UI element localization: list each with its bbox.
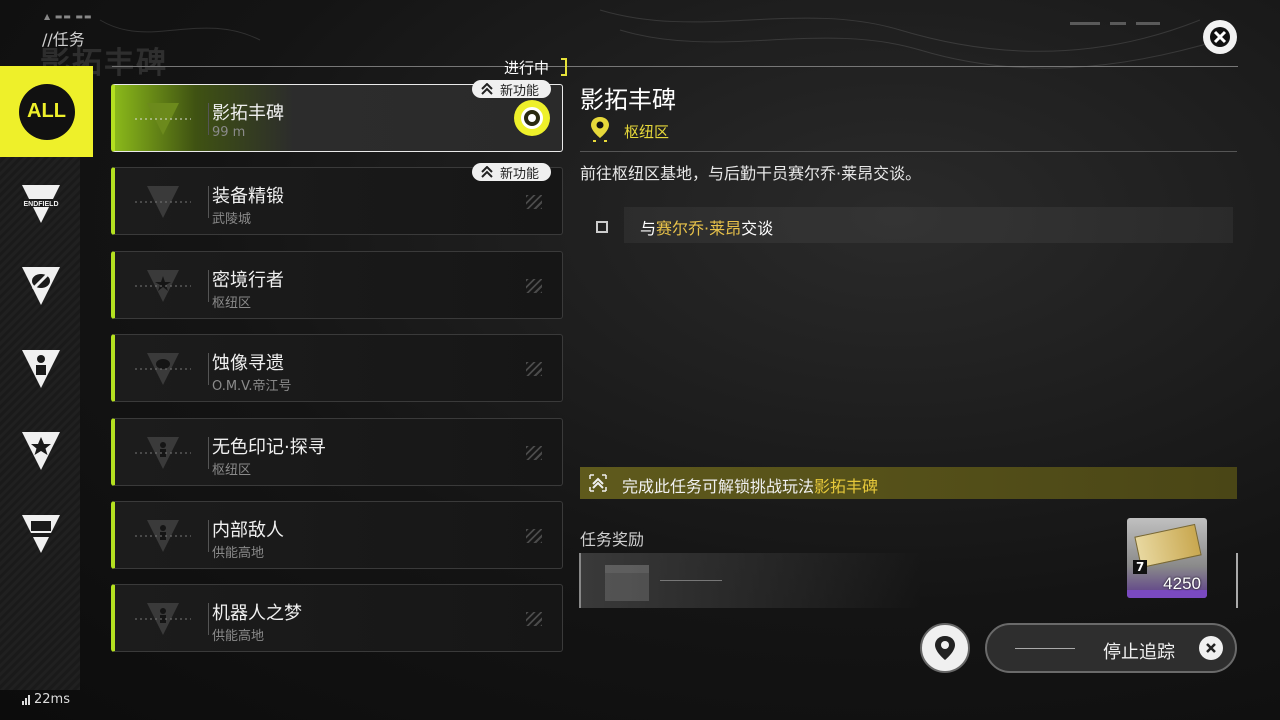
hatch-decoration bbox=[526, 612, 542, 626]
hatch-decoration bbox=[526, 195, 542, 209]
chevron-up-icon bbox=[481, 83, 493, 95]
quest-name: 内部敌人 bbox=[212, 520, 284, 541]
status-bracket bbox=[561, 58, 567, 76]
quest-divider bbox=[208, 270, 209, 302]
stop-tracking-button[interactable]: 停止追踪 bbox=[985, 623, 1237, 673]
quest-item-5[interactable]: 无色印记·探寻 枢纽区 bbox=[111, 418, 563, 486]
quest-item-3[interactable]: 密境行者 枢纽区 bbox=[111, 251, 563, 319]
close-button[interactable] bbox=[1203, 20, 1237, 54]
endfield-icon: ENDFIELD bbox=[22, 185, 60, 223]
hatch-decoration bbox=[526, 529, 542, 543]
quest-name: 无色印记·探寻 bbox=[212, 437, 326, 458]
quest-type-icon bbox=[135, 520, 191, 552]
quest-name: 影拓丰碑 bbox=[212, 103, 284, 124]
detail-divider bbox=[580, 151, 1237, 152]
gate-icon bbox=[22, 515, 60, 553]
crate-icon bbox=[605, 565, 649, 601]
quest-divider bbox=[208, 603, 209, 635]
quest-divider bbox=[208, 520, 209, 552]
quest-location: 供能高地 bbox=[212, 546, 265, 561]
reward-amount: 4250 bbox=[1163, 574, 1201, 593]
eye-icon bbox=[22, 267, 60, 305]
ping-value: 22ms bbox=[34, 692, 70, 707]
quest-divider bbox=[208, 353, 209, 385]
new-feature-badge: 新功能 bbox=[472, 163, 552, 182]
new-feature-label: 新功能 bbox=[500, 166, 540, 182]
quest-divider bbox=[208, 103, 209, 135]
scroll-indicator bbox=[1236, 553, 1238, 608]
quest-type-icon bbox=[135, 353, 191, 385]
reward-arrow bbox=[660, 580, 722, 581]
button-line-decoration bbox=[1015, 648, 1075, 649]
unlock-text: 完成此任务可解锁挑战玩法影拓丰碑 bbox=[622, 477, 879, 496]
quest-name: 蚀像寻遗 bbox=[212, 353, 284, 374]
quest-type-icon bbox=[135, 270, 191, 302]
quest-divider bbox=[208, 437, 209, 469]
sidebar-item-eye[interactable] bbox=[18, 265, 64, 309]
reward-track bbox=[579, 553, 921, 608]
star-icon bbox=[22, 432, 60, 470]
sidebar-item-all[interactable]: ALL bbox=[0, 66, 93, 157]
unlock-challenge-icon bbox=[589, 474, 607, 492]
quest-name: 机器人之梦 bbox=[212, 603, 302, 624]
sidebar-item-person[interactable] bbox=[18, 348, 64, 392]
quest-location: 枢纽区 bbox=[624, 123, 670, 141]
objective-row: 与赛尔乔·莱昂交谈 bbox=[580, 207, 1233, 243]
sidebar-item-star[interactable] bbox=[18, 430, 64, 474]
sidebar-item-gate[interactable] bbox=[18, 513, 64, 557]
quest-name: 密境行者 bbox=[212, 270, 284, 291]
map-pin-icon bbox=[935, 636, 955, 660]
quest-location: O.M.V.帝江号 bbox=[212, 379, 292, 394]
quest-distance: 99 m bbox=[212, 125, 246, 140]
location-pin-icon bbox=[591, 117, 609, 142]
hatch-decoration bbox=[526, 446, 542, 460]
sidebar-item-endfield[interactable]: ENDFIELD bbox=[18, 183, 64, 227]
status-tag: 进行中 bbox=[504, 59, 550, 77]
hatch-decoration bbox=[526, 362, 542, 376]
stop-tracking-label: 停止追踪 bbox=[1103, 642, 1175, 663]
quest-item-4[interactable]: 蚀像寻遗 O.M.V.帝江号 bbox=[111, 334, 563, 402]
quest-location: 枢纽区 bbox=[212, 463, 252, 478]
page-title: //任务 bbox=[42, 30, 85, 49]
reward-level: 7 bbox=[1133, 560, 1148, 574]
new-feature-label: 新功能 bbox=[500, 83, 540, 99]
brand-logo: ▲ ▬▬ ▬▬ bbox=[44, 12, 93, 21]
hud-decoration bbox=[1070, 22, 1160, 25]
close-icon bbox=[1210, 27, 1230, 47]
quest-item-6[interactable]: 内部敌人 供能高地 bbox=[111, 501, 563, 569]
signal-icon bbox=[22, 694, 30, 705]
quest-detail-title: 影拓丰碑 bbox=[580, 86, 676, 114]
map-locate-button[interactable] bbox=[920, 623, 970, 673]
quest-divider bbox=[208, 186, 209, 218]
quest-type-icon bbox=[135, 103, 191, 135]
topographic-pattern bbox=[99, 9, 1221, 69]
new-feature-badge: 新功能 bbox=[472, 80, 552, 99]
quest-location: 枢纽区 bbox=[212, 296, 252, 311]
close-icon bbox=[1199, 636, 1223, 660]
quest-location: 供能高地 bbox=[212, 629, 265, 644]
sidebar-item-all-label: ALL bbox=[27, 100, 66, 122]
person-icon bbox=[22, 350, 60, 388]
objective-text: 与赛尔乔·莱昂交谈 bbox=[640, 219, 774, 238]
objective-panel: 与赛尔乔·莱昂交谈 bbox=[624, 207, 1233, 243]
quest-type-icon bbox=[135, 437, 191, 469]
quest-name: 装备精锻 bbox=[212, 186, 284, 207]
chevron-up-icon bbox=[481, 166, 493, 178]
reward-item-currency[interactable]: 7 4250 bbox=[1127, 518, 1207, 598]
svg-text:ENDFIELD: ENDFIELD bbox=[24, 201, 59, 208]
quest-description: 前往枢纽区基地，与后勤干员赛尔乔·莱昂交谈。 bbox=[580, 164, 922, 183]
reward-label: 任务奖励 bbox=[580, 530, 645, 549]
network-latency: 22ms bbox=[22, 692, 70, 707]
quest-type-icon bbox=[135, 603, 191, 635]
quest-item-7[interactable]: 机器人之梦 供能高地 bbox=[111, 584, 563, 652]
header-divider bbox=[112, 66, 1238, 67]
quest-type-icon bbox=[135, 186, 191, 218]
unlock-notice: 完成此任务可解锁挑战玩法影拓丰碑 bbox=[580, 467, 1237, 499]
tracking-target-icon bbox=[514, 100, 550, 136]
quest-location: 武陵城 bbox=[212, 212, 252, 227]
hatch-decoration bbox=[526, 279, 542, 293]
objective-checkbox-icon bbox=[596, 221, 608, 233]
